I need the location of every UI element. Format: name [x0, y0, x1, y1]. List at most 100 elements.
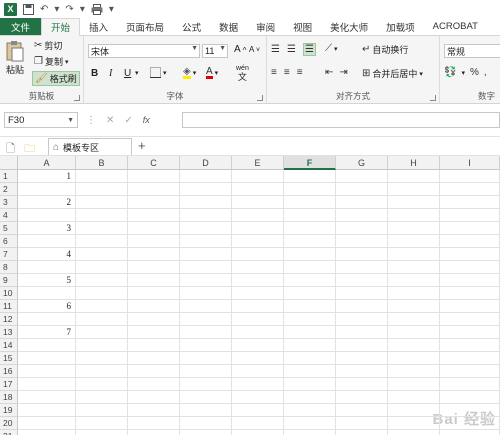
- cell-i20[interactable]: [440, 417, 500, 430]
- cell-c16[interactable]: [128, 365, 180, 378]
- chevron-down-icon[interactable]: ▾: [135, 69, 139, 77]
- cell-h1[interactable]: [388, 170, 440, 183]
- cell-c12[interactable]: [128, 313, 180, 326]
- cell-a15[interactable]: [18, 352, 76, 365]
- align-left-icon[interactable]: ≡: [271, 67, 277, 78]
- row-header-3[interactable]: 3: [0, 196, 18, 209]
- dropdown-icon[interactable]: ▾: [80, 4, 85, 15]
- cell-a21[interactable]: [18, 430, 76, 435]
- cell-h16[interactable]: [388, 365, 440, 378]
- orientation-button[interactable]: ⟋ ▾: [325, 43, 338, 54]
- cell-a20[interactable]: [18, 417, 76, 430]
- cell-c4[interactable]: [128, 209, 180, 222]
- cell-i15[interactable]: [440, 352, 500, 365]
- dialog-launcher-icon[interactable]: [257, 95, 263, 101]
- row-header-11[interactable]: 11: [0, 300, 18, 313]
- cell-g6[interactable]: [336, 235, 388, 248]
- cell-f12[interactable]: [284, 313, 336, 326]
- cell-f2[interactable]: [284, 183, 336, 196]
- tab-review[interactable]: 审阅: [247, 18, 284, 35]
- cell-e19[interactable]: [232, 404, 284, 417]
- cell-i13[interactable]: [440, 326, 500, 339]
- cell-a14[interactable]: [18, 339, 76, 352]
- cell-a11[interactable]: 6: [18, 300, 76, 313]
- cell-i2[interactable]: [440, 183, 500, 196]
- borders-button[interactable]: ▾: [150, 67, 167, 78]
- row-header-20[interactable]: 20: [0, 417, 18, 430]
- cell-d4[interactable]: [180, 209, 232, 222]
- cell-e9[interactable]: [232, 274, 284, 287]
- row-header-10[interactable]: 10: [0, 287, 18, 300]
- cell-f4[interactable]: [284, 209, 336, 222]
- cell-d6[interactable]: [180, 235, 232, 248]
- cell-g2[interactable]: [336, 183, 388, 196]
- cell-g1[interactable]: [336, 170, 388, 183]
- cell-i9[interactable]: [440, 274, 500, 287]
- cell-d3[interactable]: [180, 196, 232, 209]
- dialog-launcher-icon[interactable]: [74, 95, 80, 101]
- cell-f9[interactable]: [284, 274, 336, 287]
- shrink-font-button[interactable]: Av: [249, 45, 260, 54]
- cell-d13[interactable]: [180, 326, 232, 339]
- cell-b21[interactable]: [76, 430, 128, 435]
- cell-d18[interactable]: [180, 391, 232, 404]
- font-name-combo[interactable]: 宋体 ▼: [88, 44, 200, 58]
- cell-b2[interactable]: [76, 183, 128, 196]
- tab-view[interactable]: 视图: [284, 18, 321, 35]
- row-header-2[interactable]: 2: [0, 183, 18, 196]
- cell-i14[interactable]: [440, 339, 500, 352]
- number-format-combo[interactable]: 常规: [444, 44, 500, 58]
- row-header-5[interactable]: 5: [0, 222, 18, 235]
- format-painter-button[interactable]: 🖌 格式刷: [32, 71, 80, 86]
- save-icon[interactable]: [23, 3, 34, 15]
- cell-c11[interactable]: [128, 300, 180, 313]
- cell-i5[interactable]: [440, 222, 500, 235]
- tab-data[interactable]: 数据: [210, 18, 247, 35]
- cell-c20[interactable]: [128, 417, 180, 430]
- cell-h3[interactable]: [388, 196, 440, 209]
- cell-h2[interactable]: [388, 183, 440, 196]
- wrap-text-button[interactable]: ↵ 自动换行: [362, 43, 408, 56]
- cell-f16[interactable]: [284, 365, 336, 378]
- cell-c17[interactable]: [128, 378, 180, 391]
- cell-d14[interactable]: [180, 339, 232, 352]
- cell-b13[interactable]: [76, 326, 128, 339]
- cell-c21[interactable]: [128, 430, 180, 435]
- cell-d15[interactable]: [180, 352, 232, 365]
- row-header-13[interactable]: 13: [0, 326, 18, 339]
- cell-e8[interactable]: [232, 261, 284, 274]
- row-header-15[interactable]: 15: [0, 352, 18, 365]
- cell-e5[interactable]: [232, 222, 284, 235]
- cell-b18[interactable]: [76, 391, 128, 404]
- cell-i16[interactable]: [440, 365, 500, 378]
- cell-a7[interactable]: 4: [18, 248, 76, 261]
- cell-c19[interactable]: [128, 404, 180, 417]
- tab-addins[interactable]: 加载项: [377, 18, 424, 35]
- cell-a6[interactable]: [18, 235, 76, 248]
- cell-e12[interactable]: [232, 313, 284, 326]
- cell-h15[interactable]: [388, 352, 440, 365]
- cell-b19[interactable]: [76, 404, 128, 417]
- cell-b14[interactable]: [76, 339, 128, 352]
- cell-b12[interactable]: [76, 313, 128, 326]
- cell-g14[interactable]: [336, 339, 388, 352]
- cell-c5[interactable]: [128, 222, 180, 235]
- cell-d21[interactable]: [180, 430, 232, 435]
- redo-icon[interactable]: ↷: [65, 4, 73, 15]
- cell-f3[interactable]: [284, 196, 336, 209]
- cell-i4[interactable]: [440, 209, 500, 222]
- cell-d17[interactable]: [180, 378, 232, 391]
- cell-e20[interactable]: [232, 417, 284, 430]
- formula-input[interactable]: [182, 112, 500, 128]
- cell-d16[interactable]: [180, 365, 232, 378]
- cell-h21[interactable]: [388, 430, 440, 435]
- column-header-f[interactable]: F: [284, 156, 336, 170]
- cell-e17[interactable]: [232, 378, 284, 391]
- underline-button[interactable]: U: [124, 68, 131, 79]
- cell-d11[interactable]: [180, 300, 232, 313]
- cell-i18[interactable]: [440, 391, 500, 404]
- cell-c7[interactable]: [128, 248, 180, 261]
- row-header-8[interactable]: 8: [0, 261, 18, 274]
- cell-f17[interactable]: [284, 378, 336, 391]
- align-top-icon[interactable]: ☰: [271, 44, 280, 55]
